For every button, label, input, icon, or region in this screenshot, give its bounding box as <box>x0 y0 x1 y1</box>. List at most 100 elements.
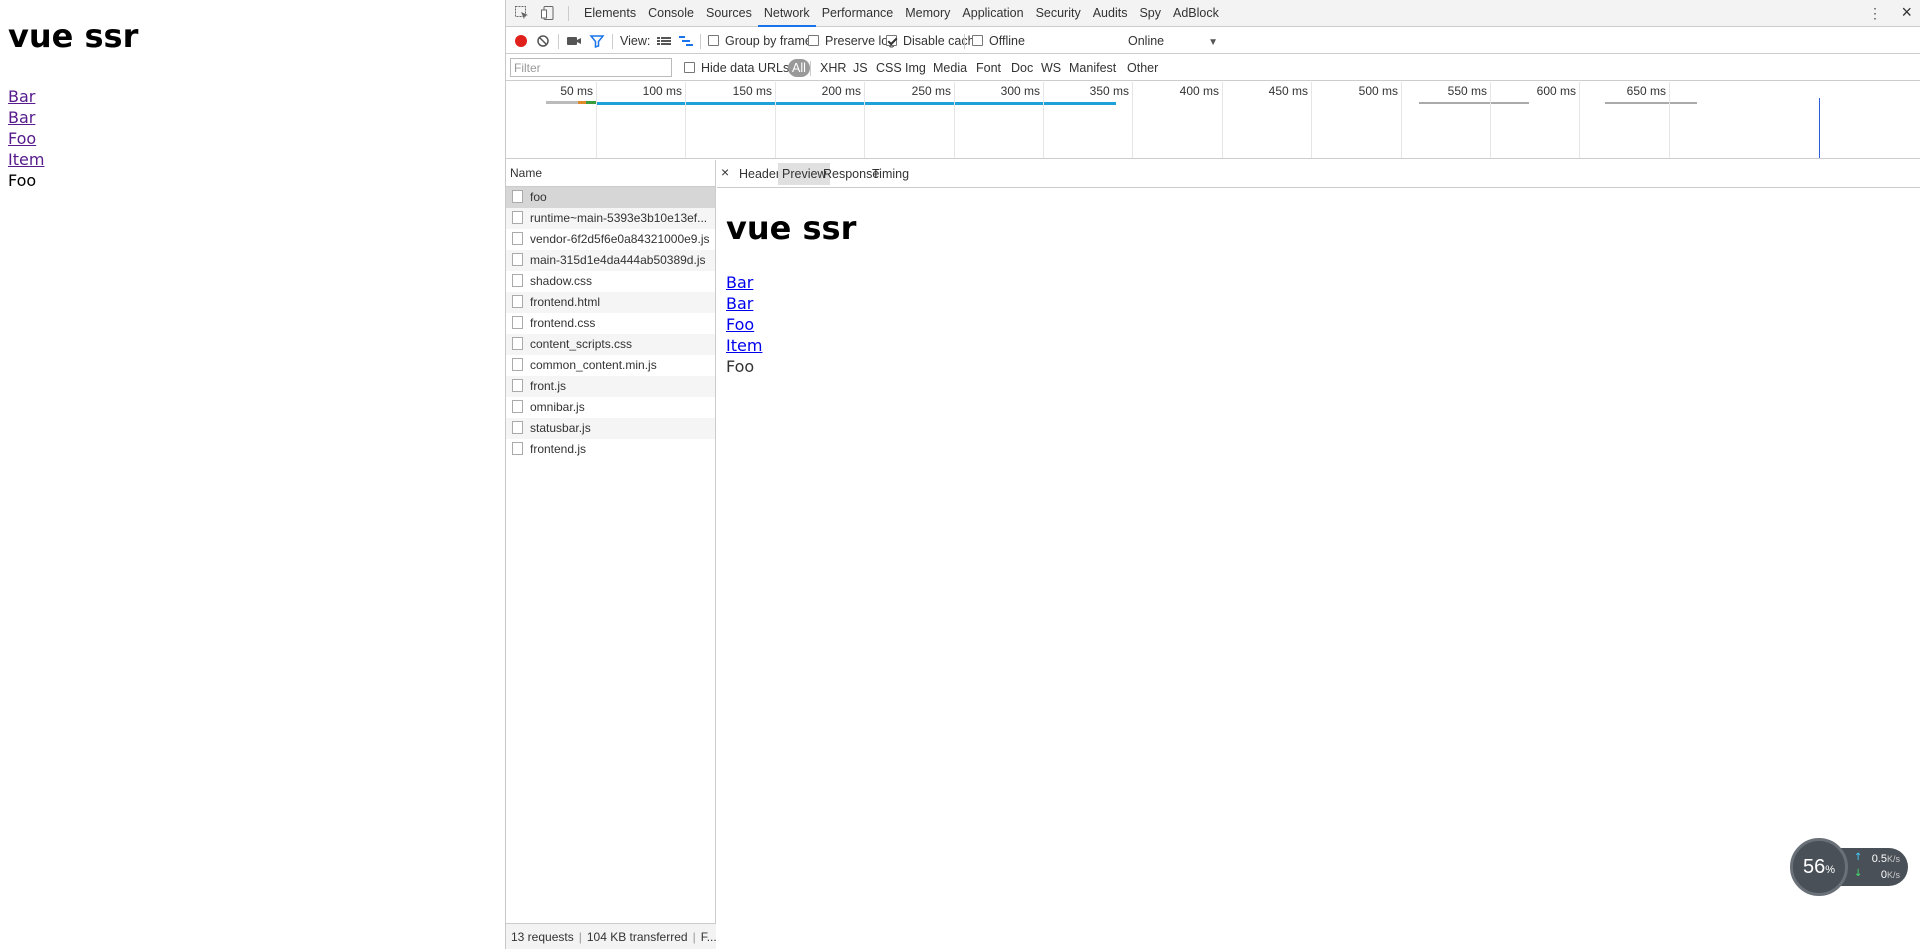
preview-link-bar[interactable]: Bar <box>726 273 753 292</box>
nav-link-item[interactable]: Item <box>8 150 44 169</box>
preview-link-foo[interactable]: Foo <box>726 315 754 334</box>
load-event-marker <box>1819 98 1820 158</box>
filter-type-other[interactable]: Other <box>1125 59 1160 77</box>
request-row[interactable]: common_content.min.js <box>506 355 715 376</box>
filter-type-doc[interactable]: Doc <box>1009 59 1035 77</box>
request-count: 13 requests <box>511 930 574 944</box>
file-icon <box>512 421 523 434</box>
disable-cache-checkbox[interactable]: Disable cache <box>886 28 982 54</box>
timeline-gridline <box>1579 82 1580 158</box>
timeline-tick-label: 600 ms <box>1536 84 1576 98</box>
tab-application[interactable]: Application <box>956 0 1029 27</box>
request-row[interactable]: shadow.css <box>506 271 715 292</box>
group-by-frame-checkbox[interactable]: Group by frame <box>708 28 812 54</box>
request-row[interactable]: frontend.js <box>506 439 715 460</box>
gauge-percent-unit: % <box>1825 864 1836 876</box>
filter-type-all[interactable]: All <box>788 59 810 77</box>
page-viewport: vue ssr Bar Bar Foo Item Foo <box>0 0 505 949</box>
filter-type-ws[interactable]: WS <box>1039 59 1063 77</box>
filter-type-css[interactable]: CSS <box>874 59 904 77</box>
detail-tabs: × Headers Preview Response Timing <box>717 160 1920 188</box>
timeline-tick-label: 400 ms <box>1179 84 1219 98</box>
device-toolbar-icon[interactable] <box>540 5 556 21</box>
request-row[interactable]: runtime~main-5393e3b10e13ef... <box>506 208 715 229</box>
timeline-tick-label: 200 ms <box>821 84 861 98</box>
filter-type-img[interactable]: Img <box>903 59 928 77</box>
more-options-icon[interactable]: ⋮ <box>1868 5 1882 22</box>
view-label: View: <box>620 34 651 48</box>
tab-timing[interactable]: Timing <box>868 163 913 185</box>
checkbox-box <box>886 35 897 46</box>
large-rows-button[interactable] <box>656 28 672 54</box>
offline-checkbox[interactable]: Offline <box>972 28 1025 54</box>
tab-network[interactable]: Network <box>757 0 816 27</box>
tab-adblock[interactable]: AdBlock <box>1167 0 1225 27</box>
request-row[interactable]: frontend.css <box>506 313 715 334</box>
nav-link-bar[interactable]: Bar <box>8 87 35 106</box>
overview-bar <box>1605 102 1697 104</box>
tab-elements[interactable]: Elements <box>578 0 642 27</box>
filter-type-js[interactable]: JS <box>851 59 870 77</box>
network-speed-widget[interactable]: ↑ 0.5K/s ↓ 0K/s 56% <box>1790 838 1910 896</box>
tab-performance[interactable]: Performance <box>816 0 900 27</box>
hide-data-urls-checkbox[interactable]: Hide data URLs <box>682 59 791 77</box>
request-row[interactable]: foo <box>506 187 715 208</box>
filter-toggle-button[interactable] <box>589 28 605 54</box>
request-row[interactable]: frontend.html <box>506 292 715 313</box>
preview-link-bar-2[interactable]: Bar <box>726 294 753 313</box>
capture-screenshots-button[interactable] <box>566 28 582 54</box>
request-row[interactable]: content_scripts.css <box>506 334 715 355</box>
file-icon <box>512 232 523 245</box>
checkbox-box <box>708 35 719 46</box>
filter-icon <box>589 35 605 49</box>
filter-type-manifest[interactable]: Manifest <box>1067 59 1118 77</box>
nav-link-bar-2[interactable]: Bar <box>8 108 35 127</box>
clear-button[interactable] <box>536 28 550 54</box>
tab-spy[interactable]: Spy <box>1133 0 1167 27</box>
preserve-log-checkbox[interactable]: Preserve log <box>808 28 895 54</box>
checkbox-box <box>808 35 819 46</box>
request-name: common_content.min.js <box>530 358 657 372</box>
record-button[interactable] <box>514 28 528 54</box>
tab-sources[interactable]: Sources <box>700 0 758 27</box>
request-list: Name foo runtime~main-5393e3b10e13ef... ve… <box>506 160 716 949</box>
overview-bar <box>586 101 596 104</box>
throttling-select[interactable]: Online ▼ <box>1128 28 1218 54</box>
request-name: shadow.css <box>530 274 593 288</box>
file-icon <box>512 316 523 329</box>
transferred-size: 104 KB transferred <box>586 930 688 944</box>
filter-type-media[interactable]: Media <box>931 59 969 77</box>
tab-memory[interactable]: Memory <box>899 0 956 27</box>
timeline-tick-label: 250 ms <box>911 84 951 98</box>
file-icon <box>512 400 523 413</box>
close-devtools-icon[interactable]: × <box>1901 2 1912 23</box>
request-row[interactable]: main-315d1e4da444ab50389d.js <box>506 250 715 271</box>
overview-button[interactable] <box>678 28 694 54</box>
group-by-frame-label: Group by frame <box>725 34 812 48</box>
request-row[interactable]: front.js <box>506 376 715 397</box>
tab-audits[interactable]: Audits <box>1087 0 1134 27</box>
name-column-header[interactable]: Name <box>506 160 715 187</box>
request-name: vendor-6f2d5f6e0a84321000e9.js <box>530 232 710 246</box>
preview-link-item[interactable]: Item <box>726 336 762 355</box>
request-row[interactable]: statusbar.js <box>506 418 715 439</box>
request-row[interactable]: vendor-6f2d5f6e0a84321000e9.js <box>506 229 715 250</box>
tab-security[interactable]: Security <box>1030 0 1087 27</box>
network-overview-timeline[interactable]: 50 ms 100 ms 150 ms 200 ms 250 ms 300 ms 350 m… <box>506 82 1920 159</box>
tab-console[interactable]: Console <box>642 0 700 27</box>
inspect-element-icon[interactable] <box>514 5 530 21</box>
toolbar-divider <box>558 34 559 49</box>
download-arrow-icon: ↓ <box>1854 868 1863 879</box>
timeline-tick-label: 300 ms <box>1000 84 1040 98</box>
timeline-tick-label: 50 ms <box>560 84 593 98</box>
filter-type-xhr[interactable]: XHR <box>818 59 848 77</box>
request-row[interactable]: omnibar.js <box>506 397 715 418</box>
toolbar-divider <box>612 34 613 49</box>
current-route-text: Foo <box>8 171 37 190</box>
close-detail-icon[interactable]: × <box>721 164 729 180</box>
filter-type-font[interactable]: Font <box>974 59 1003 77</box>
gauge-percent: 56 <box>1802 855 1826 878</box>
filter-input[interactable] <box>510 58 672 77</box>
request-name: frontend.css <box>530 316 596 330</box>
nav-link-foo[interactable]: Foo <box>8 129 36 148</box>
